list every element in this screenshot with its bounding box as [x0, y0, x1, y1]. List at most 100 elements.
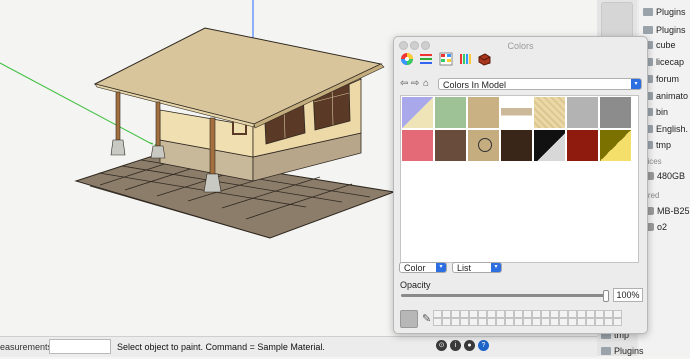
saved-swatch-slot[interactable]	[469, 318, 478, 326]
help-icon[interactable]: ?	[478, 340, 489, 351]
saved-swatch-slot[interactable]	[523, 310, 532, 318]
saved-swatch-slot[interactable]	[460, 318, 469, 326]
saved-swatch-slot[interactable]	[604, 318, 613, 326]
swatch-gray[interactable]	[600, 97, 631, 128]
saved-swatch-slot[interactable]	[595, 318, 604, 326]
saved-swatch-slot[interactable]	[541, 318, 550, 326]
saved-swatch-slot[interactable]	[460, 310, 469, 318]
swatch-brown[interactable]	[435, 130, 466, 161]
folder-icon	[601, 347, 611, 355]
saved-swatch-slot[interactable]	[496, 318, 505, 326]
saved-swatch-slot[interactable]	[451, 318, 460, 326]
saved-swatch-slot[interactable]	[613, 310, 622, 318]
finder-item[interactable]: forum	[643, 71, 679, 87]
saved-swatch-slot[interactable]	[442, 318, 451, 326]
current-color-well[interactable]	[400, 310, 418, 328]
finder-item[interactable]: animato	[643, 88, 688, 104]
saved-swatch-slot[interactable]	[586, 318, 595, 326]
swatch-deep-red[interactable]	[567, 130, 598, 161]
panel-title: Colors	[507, 41, 534, 51]
credits-icon[interactable]: i	[450, 340, 461, 351]
finder-item-label: tmp	[656, 140, 672, 150]
saved-swatch-slot[interactable]	[496, 310, 505, 318]
finder-item[interactable]: English.	[643, 121, 688, 137]
swatch-sand-texture[interactable]	[534, 97, 565, 128]
saved-swatch-slot[interactable]	[613, 318, 622, 326]
geo-location-icon[interactable]: ⊙	[436, 340, 447, 351]
folder-icon	[643, 26, 653, 34]
saved-swatch-slot[interactable]	[532, 310, 541, 318]
saved-swatch-slot[interactable]	[478, 318, 487, 326]
saved-swatch-slot[interactable]	[568, 310, 577, 318]
saved-swatch-slot[interactable]	[433, 318, 442, 326]
swatch-sage-green[interactable]	[435, 97, 466, 128]
collection-nav-row: ⇦ ⇨ ⌂ Colors In Model ▾	[400, 78, 643, 91]
measurements-input[interactable]	[49, 339, 111, 354]
opacity-slider[interactable]	[401, 290, 609, 302]
status-message: Select object to paint. Command = Sample…	[117, 342, 325, 352]
swatch-lavender-split[interactable]	[402, 97, 433, 128]
mode-dropdown[interactable]: Color ▾	[399, 262, 447, 273]
swatch-light-gray[interactable]	[567, 97, 598, 128]
swatch-black-white-split[interactable]	[534, 130, 565, 161]
saved-swatch-slot[interactable]	[577, 318, 586, 326]
finder-item[interactable]: Plugins	[643, 22, 686, 38]
bottom-item[interactable]: Plugins	[601, 343, 644, 359]
mode-dropdown-value: Color	[404, 263, 426, 273]
swatch-dark-brown[interactable]	[501, 130, 532, 161]
colors-panel[interactable]: Colors ⇦ ⇨ ⌂ Colors In Model ▾ Color ▾ L…	[393, 36, 648, 334]
crayons-icon[interactable]	[458, 52, 472, 66]
forward-arrow-icon[interactable]: ⇨	[411, 78, 419, 89]
saved-swatch-slot[interactable]	[595, 310, 604, 318]
color-palettes-icon[interactable]	[439, 52, 453, 66]
saved-swatch-slot[interactable]	[505, 310, 514, 318]
saved-swatch-slot[interactable]	[469, 310, 478, 318]
chevron-down-icon: ▾	[436, 263, 446, 272]
opacity-value[interactable]: 100%	[613, 288, 643, 302]
saved-swatch-slot[interactable]	[523, 318, 532, 326]
view-dropdown[interactable]: List ▾	[452, 262, 502, 273]
finder-item[interactable]: licecap	[643, 54, 684, 70]
home-icon[interactable]: ⌂	[423, 78, 429, 89]
finder-item[interactable]: Plugins	[643, 4, 686, 20]
saved-swatch-slot[interactable]	[532, 318, 541, 326]
saved-swatch-slot[interactable]	[541, 310, 550, 318]
finder-item-label: animato	[656, 91, 689, 101]
saved-swatch-slot[interactable]	[487, 318, 496, 326]
saved-swatch-slot[interactable]	[442, 310, 451, 318]
chevron-down-icon: ▾	[491, 263, 501, 272]
swatch-olive-yellow-split[interactable]	[600, 130, 631, 161]
collection-select[interactable]: Colors In Model ▾	[438, 78, 642, 90]
color-wheel-icon[interactable]	[400, 52, 414, 66]
saved-swatch-slot[interactable]	[604, 310, 613, 318]
saved-swatch-slot[interactable]	[568, 318, 577, 326]
swatch-tan[interactable]	[468, 97, 499, 128]
saved-swatch-slot[interactable]	[487, 310, 496, 318]
saved-swatch-slot[interactable]	[586, 310, 595, 318]
saved-swatch-slot[interactable]	[550, 318, 559, 326]
saved-swatch-slot[interactable]	[514, 310, 523, 318]
saved-swatch-slot[interactable]	[559, 318, 568, 326]
status-icons: ⊙ i ● ?	[436, 340, 489, 351]
saved-swatch-slot[interactable]	[451, 310, 460, 318]
color-sliders-icon[interactable]	[419, 52, 433, 66]
eyedropper-icon[interactable]: ✎	[422, 312, 431, 325]
saved-swatch-slot[interactable]	[433, 310, 442, 318]
saved-swatch-slot[interactable]	[577, 310, 586, 318]
saved-swatch-slot[interactable]	[559, 310, 568, 318]
materials-brick-icon[interactable]	[477, 52, 491, 66]
shared-item[interactable]: MB-B25	[643, 203, 690, 219]
saved-swatch-slot[interactable]	[478, 310, 487, 318]
opacity-slider-knob[interactable]	[603, 290, 609, 302]
swatch-stone-texture[interactable]	[501, 97, 532, 128]
saved-swatch-slot[interactable]	[550, 310, 559, 318]
swatch-tan-selected[interactable]	[468, 130, 499, 161]
user-icon[interactable]: ●	[464, 340, 475, 351]
status-bar: easurements Select object to paint. Comm…	[0, 336, 597, 357]
paint-bucket-icon	[478, 138, 492, 152]
device-item[interactable]: 480GB	[643, 168, 685, 184]
swatch-pink-red[interactable]	[402, 130, 433, 161]
back-arrow-icon[interactable]: ⇦	[400, 78, 408, 89]
saved-swatch-slot[interactable]	[505, 318, 514, 326]
saved-swatch-slot[interactable]	[514, 318, 523, 326]
